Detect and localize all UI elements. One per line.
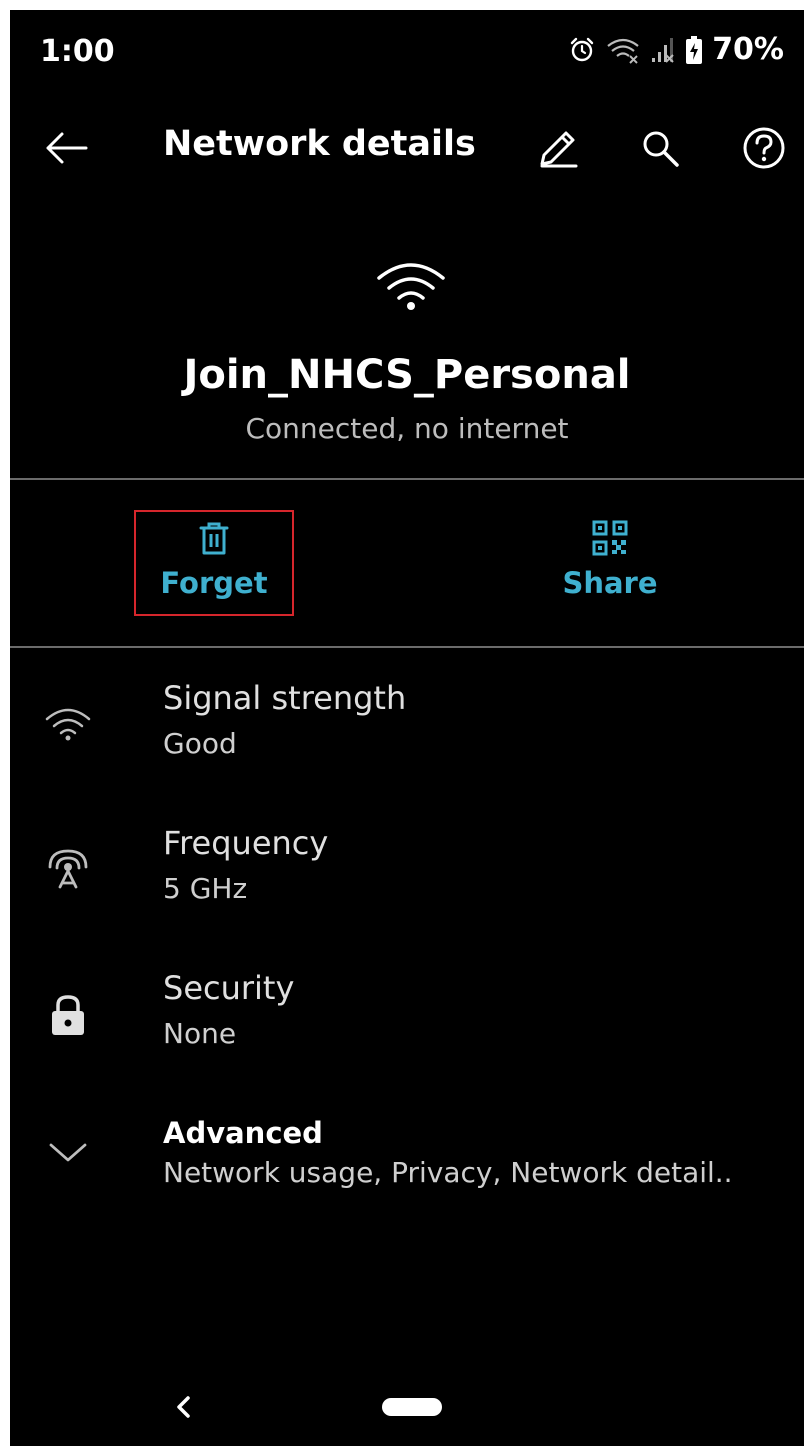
forget-button[interactable]: Forget bbox=[134, 510, 294, 616]
list-item-security: Security None bbox=[10, 965, 804, 1085]
share-button[interactable]: Share bbox=[530, 510, 690, 616]
page-title: Network details bbox=[163, 124, 476, 164]
divider bbox=[10, 478, 804, 480]
network-name: Join_NHCS_Personal bbox=[183, 352, 631, 398]
list-item-advanced[interactable]: Advanced Network usage, Privacy, Network… bbox=[10, 1110, 804, 1230]
battery-charging-icon bbox=[686, 35, 703, 64]
arrow-back-icon bbox=[46, 132, 88, 164]
wifi-no-internet-icon bbox=[606, 36, 640, 64]
divider bbox=[10, 646, 804, 648]
screen: 1:00 70% Network details Join_NHCS_Perso… bbox=[10, 10, 804, 1446]
wifi-icon bbox=[376, 262, 446, 312]
signal-strength-title: Signal strength bbox=[163, 679, 407, 717]
advanced-summary: Network usage, Privacy, Network detail.. bbox=[163, 1156, 733, 1189]
signal-strength-value: Good bbox=[163, 727, 237, 760]
security-value: None bbox=[163, 1017, 237, 1050]
chevron-down-icon bbox=[38, 1122, 98, 1182]
lock-icon bbox=[38, 985, 98, 1045]
status-icons: 70% bbox=[568, 32, 784, 67]
edit-pencil-icon bbox=[540, 131, 578, 168]
signal-no-service-icon bbox=[650, 36, 676, 64]
antenna-icon bbox=[38, 840, 98, 900]
alarm-icon bbox=[568, 36, 596, 64]
trash-icon bbox=[199, 522, 229, 555]
search-button[interactable] bbox=[632, 120, 688, 176]
search-icon bbox=[643, 131, 679, 167]
share-label: Share bbox=[562, 566, 658, 600]
help-icon bbox=[743, 127, 785, 169]
battery-percentage: 70% bbox=[712, 32, 784, 67]
security-title: Security bbox=[163, 969, 295, 1007]
status-time: 1:00 bbox=[40, 34, 115, 69]
nav-back-button[interactable] bbox=[168, 1390, 198, 1424]
network-status: Connected, no internet bbox=[245, 412, 569, 445]
wifi-signal-icon bbox=[38, 695, 98, 755]
advanced-title: Advanced bbox=[163, 1116, 323, 1150]
frequency-value: 5 GHz bbox=[163, 872, 248, 905]
help-button[interactable] bbox=[736, 120, 792, 176]
list-item-signal-strength: Signal strength Good bbox=[10, 675, 804, 795]
list-item-frequency: Frequency 5 GHz bbox=[10, 820, 804, 940]
back-button[interactable] bbox=[38, 120, 94, 176]
frequency-title: Frequency bbox=[163, 824, 329, 862]
nav-back-icon bbox=[177, 1396, 190, 1418]
forget-label: Forget bbox=[160, 566, 268, 600]
qr-code-icon bbox=[592, 520, 628, 556]
edit-button[interactable] bbox=[530, 120, 586, 176]
home-pill-icon[interactable] bbox=[382, 1398, 442, 1416]
